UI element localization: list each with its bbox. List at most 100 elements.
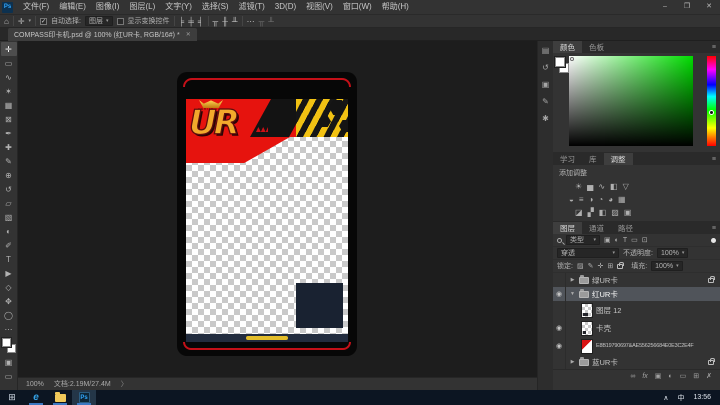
status-options-chevron[interactable]: 〉 [121, 379, 128, 389]
menu-file[interactable]: 文件(F) [18, 0, 54, 14]
tab-color[interactable]: 颜色 [553, 41, 582, 53]
lock-all-icon[interactable] [617, 264, 623, 269]
visibility-toggle[interactable] [553, 273, 566, 287]
tool-frame[interactable]: ⊠ [1, 112, 17, 126]
invert-icon[interactable]: ◪ [575, 208, 583, 217]
foreground-background-swatches[interactable] [2, 338, 16, 353]
restore-button[interactable]: ❐ [676, 0, 698, 14]
menu-image[interactable]: 图像(I) [91, 0, 125, 14]
layer-name[interactable]: E8B19790697&AE556256684E0E3C2E4F [596, 343, 694, 349]
saturation-brightness-field[interactable] [569, 56, 693, 146]
channel-mixer-icon[interactable]: ◕ [608, 195, 613, 204]
levels-icon[interactable]: ▅ [587, 182, 593, 191]
color-fg-bg-swatches[interactable] [554, 57, 569, 77]
new-layer-icon[interactable]: ⊞ [693, 372, 699, 380]
layer-row-blue-ur-group[interactable]: ▶ 蓝UR卡 [553, 355, 720, 369]
hue-saturation-icon[interactable]: ◒ [569, 195, 574, 204]
posterize-icon[interactable]: ▞ [588, 208, 594, 217]
align-bottom-icon[interactable]: ╨ [232, 17, 238, 26]
filter-shape-layers-icon[interactable]: ▭ [631, 236, 638, 244]
tray-expand-icon[interactable]: ∧ [663, 394, 668, 402]
zoom-level-field[interactable]: 100% [26, 381, 44, 388]
visibility-toggle[interactable] [553, 355, 566, 369]
menu-select[interactable]: 选择(S) [197, 0, 234, 14]
delete-layer-icon[interactable]: ✗ [706, 372, 712, 380]
layer-thumbnail[interactable] [581, 321, 593, 336]
info-panel-icon[interactable]: ✱ [542, 114, 549, 123]
filter-toggle-icon[interactable] [711, 238, 716, 243]
document-canvas[interactable]: RARITY UR [18, 41, 537, 377]
layer-thumbnail[interactable] [581, 303, 593, 318]
tab-adjustments[interactable]: 调整 [604, 153, 633, 165]
panel-menu-icon[interactable]: ≡ [708, 41, 720, 53]
tab-layers[interactable]: 图层 [553, 222, 582, 234]
gradient-map-icon[interactable]: ▨ [611, 208, 619, 217]
input-language-indicator[interactable]: 中 [677, 393, 684, 403]
menu-type[interactable]: 文字(Y) [160, 0, 197, 14]
document-tab[interactable]: COMPASS印卡机.psd @ 100% (红UR卡, RGB/16#) * … [8, 28, 197, 41]
hue-slider-marker[interactable] [709, 110, 714, 115]
new-group-icon[interactable]: ▭ [680, 372, 687, 380]
menu-window[interactable]: 窗口(W) [338, 0, 377, 14]
opacity-dropdown[interactable]: 100% ▾ [657, 248, 688, 258]
tool-move[interactable]: ✛ [1, 42, 17, 56]
add-mask-icon[interactable]: ▣ [655, 372, 662, 380]
tool-marquee[interactable]: ▭ [1, 56, 17, 70]
lock-transparency-icon[interactable]: ▨ [577, 262, 584, 270]
tool-shape[interactable]: ◇ [1, 280, 17, 294]
layer-row-layer12[interactable]: 图层 12 [553, 301, 720, 319]
link-layers-icon[interactable]: ∞ [630, 373, 635, 380]
close-button[interactable]: ✕ [698, 0, 720, 14]
color-lookup-icon[interactable]: ▦ [618, 195, 626, 204]
filter-adjustment-layers-icon[interactable]: ◐ [615, 237, 619, 244]
tool-type[interactable]: T [1, 252, 17, 266]
layer-name[interactable]: 蓝UR卡 [592, 357, 618, 368]
align-right-icon[interactable]: ╡ [198, 17, 204, 26]
tab-learn[interactable]: 学习 [553, 153, 582, 165]
tool-healing-brush[interactable]: ✚ [1, 140, 17, 154]
tool-lasso[interactable]: ∿ [1, 70, 17, 84]
auto-select-dropdown[interactable]: 图层 ▾ [85, 16, 113, 26]
panel-menu-icon[interactable]: ≡ [708, 222, 720, 234]
properties-panel-icon[interactable]: ▣ [542, 80, 550, 89]
auto-select-checkbox[interactable]: ✓ [40, 18, 47, 25]
menu-layer[interactable]: 图层(L) [124, 0, 160, 14]
tool-clone-stamp[interactable]: ⊕ [1, 168, 17, 182]
expand-arrow-icon[interactable]: ▶ [569, 277, 576, 283]
menu-edit[interactable]: 编辑(E) [54, 0, 91, 14]
lock-image-icon[interactable]: ✎ [588, 262, 594, 270]
align-left-icon[interactable]: ╞ [179, 17, 185, 26]
tool-gradient[interactable]: ▧ [1, 210, 17, 224]
tool-eyedropper[interactable]: ✒ [1, 126, 17, 140]
brush-panel-icon[interactable]: ✎ [542, 97, 549, 106]
snapshot-panel-icon[interactable]: ↺ [542, 63, 549, 72]
tool-more[interactable]: ⋯ [1, 322, 17, 336]
foreground-color-swatch[interactable] [2, 338, 11, 347]
layer-name[interactable]: 绿UR卡 [592, 275, 618, 286]
menu-filter[interactable]: 滤镜(T) [234, 0, 270, 14]
home-icon[interactable]: ⌂ [4, 17, 9, 26]
show-transform-checkbox[interactable] [117, 18, 124, 25]
tool-eraser[interactable]: ▱ [1, 196, 17, 210]
tool-screen-mode[interactable]: ▭ [1, 369, 17, 383]
tab-paths[interactable]: 路径 [611, 222, 640, 234]
tool-pen[interactable]: ✐ [1, 238, 17, 252]
layer-style-icon[interactable]: fx [642, 373, 647, 380]
tool-crop[interactable]: ▦ [1, 98, 17, 112]
lock-position-icon[interactable]: ✛ [597, 262, 603, 270]
minimize-button[interactable]: – [654, 0, 676, 14]
tool-brush[interactable]: ✎ [1, 154, 17, 168]
curves-icon[interactable]: ∿ [598, 182, 605, 191]
visibility-toggle[interactable]: ◉ [553, 287, 566, 301]
layer-name[interactable]: 卡壳 [596, 323, 611, 334]
expand-arrow-icon[interactable]: ▼ [569, 291, 576, 297]
black-white-icon[interactable]: ◑ [589, 195, 594, 204]
fill-dropdown[interactable]: 100% ▾ [651, 261, 682, 271]
start-button[interactable]: ⊞ [0, 390, 24, 405]
tab-swatches[interactable]: 色板 [582, 41, 611, 53]
visibility-toggle[interactable]: ◉ [553, 337, 566, 355]
new-adjustment-layer-icon[interactable]: ◐ [668, 373, 672, 380]
vibrance-icon[interactable]: ▽ [623, 182, 629, 191]
layer-row-shell[interactable]: ◉ 卡壳 [553, 319, 720, 337]
visibility-toggle[interactable]: ◉ [553, 319, 566, 337]
